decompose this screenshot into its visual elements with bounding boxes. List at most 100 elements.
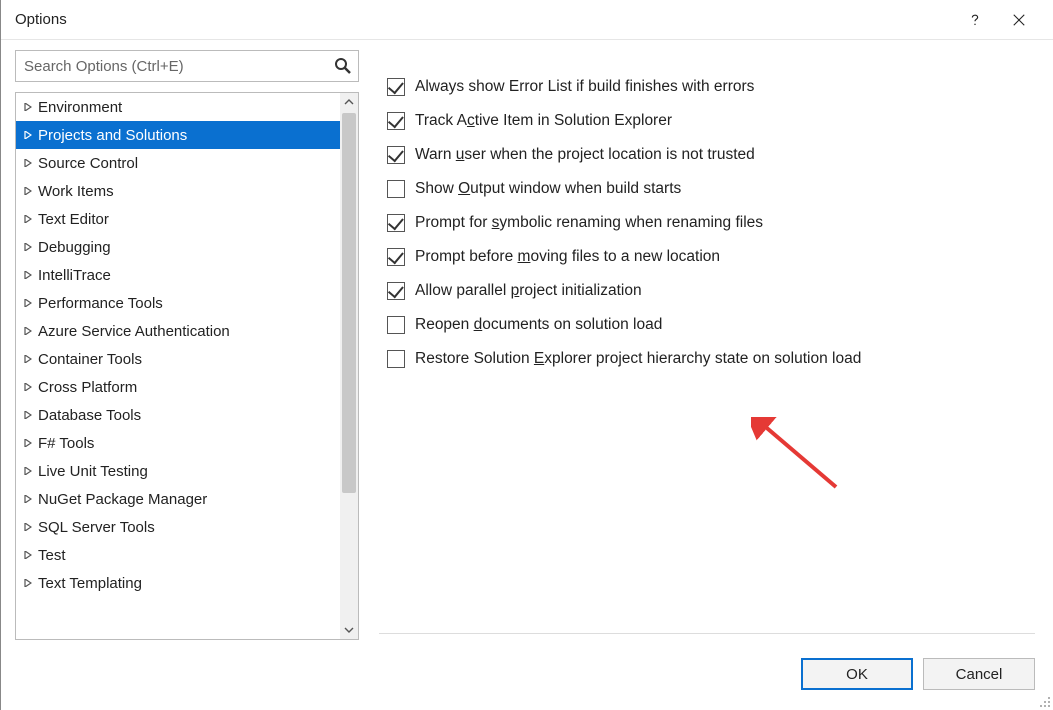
tree-item-label: Container Tools — [38, 351, 142, 368]
tree-expand-icon — [24, 215, 32, 223]
tree-expand-icon — [24, 579, 32, 587]
chevron-down-icon — [344, 625, 354, 635]
tree-item[interactable]: Debugging — [16, 233, 340, 261]
tree-expand-icon — [24, 243, 32, 251]
tree-list[interactable]: Environment Projects and Solutions Source … — [16, 93, 340, 639]
option-row: Prompt for symbolic renaming when renami… — [387, 206, 1029, 240]
tree-item[interactable]: Database Tools — [16, 401, 340, 429]
tree-expand-icon — [24, 159, 32, 167]
tree-expand-icon — [24, 131, 32, 139]
option-label[interactable]: Prompt for symbolic renaming when renami… — [415, 214, 763, 232]
tree-expand-icon — [24, 327, 32, 335]
options-pane: Always show Error List if build finishes… — [359, 50, 1039, 640]
tree-item[interactable]: Work Items — [16, 177, 340, 205]
option-row: Warn user when the project location is n… — [387, 138, 1029, 172]
tree-expand-icon — [24, 467, 32, 475]
tree-item[interactable]: Cross Platform — [16, 373, 340, 401]
search-icon — [334, 57, 352, 75]
option-row: Restore Solution Explorer project hierar… — [387, 342, 1029, 376]
option-label[interactable]: Prompt before moving files to a new loca… — [415, 248, 720, 266]
titlebar: Options — [1, 0, 1053, 40]
option-label[interactable]: Show Output window when build starts — [415, 180, 681, 198]
tree-expand-icon — [24, 271, 32, 279]
option-checkbox[interactable] — [387, 112, 405, 130]
help-icon — [968, 13, 982, 27]
option-label[interactable]: Track Active Item in Solution Explorer — [415, 112, 672, 130]
option-row: Show Output window when build starts — [387, 172, 1029, 206]
option-checkbox[interactable] — [387, 248, 405, 266]
search-input[interactable] — [16, 51, 358, 81]
tree-item-label: Azure Service Authentication — [38, 323, 230, 340]
tree-item[interactable]: F# Tools — [16, 429, 340, 457]
option-label[interactable]: Always show Error List if build finishes… — [415, 78, 754, 96]
scroll-down-button[interactable] — [340, 621, 358, 639]
tree-expand-icon — [24, 383, 32, 391]
tree-item-label: Text Templating — [38, 575, 142, 592]
tree-item-label: Work Items — [38, 183, 114, 200]
tree-item-label: NuGet Package Manager — [38, 491, 207, 508]
tree-item-label: Database Tools — [38, 407, 141, 424]
tree-item-label: IntelliTrace — [38, 267, 111, 284]
scroll-thumb[interactable] — [342, 113, 356, 493]
tree-expand-icon — [24, 103, 32, 111]
option-checkbox[interactable] — [387, 146, 405, 164]
tree-item-label: Cross Platform — [38, 379, 137, 396]
cancel-button[interactable]: Cancel — [923, 658, 1035, 690]
footer-separator — [379, 633, 1035, 634]
tree-expand-icon — [24, 551, 32, 559]
tree-expand-icon — [24, 411, 32, 419]
tree-item-label: Test — [38, 547, 66, 564]
tree-item[interactable]: NuGet Package Manager — [16, 485, 340, 513]
dialog-footer: OK Cancel — [801, 658, 1035, 690]
help-button[interactable] — [953, 0, 997, 40]
close-icon — [1012, 13, 1026, 27]
tree-item-label: Projects and Solutions — [38, 127, 187, 144]
tree-item[interactable]: Performance Tools — [16, 289, 340, 317]
ok-button[interactable]: OK — [801, 658, 913, 690]
option-row: Allow parallel project initialization — [387, 274, 1029, 308]
search-box[interactable] — [15, 50, 359, 82]
tree-item[interactable]: Environment — [16, 93, 340, 121]
option-checkbox[interactable] — [387, 214, 405, 232]
tree-expand-icon — [24, 439, 32, 447]
tree-item[interactable]: Text Editor — [16, 205, 340, 233]
option-checkbox[interactable] — [387, 78, 405, 96]
tree-item[interactable]: Projects and Solutions — [16, 121, 340, 149]
resize-grip-icon[interactable] — [1037, 694, 1051, 708]
tree-item[interactable]: Azure Service Authentication — [16, 317, 340, 345]
tree-item[interactable]: IntelliTrace — [16, 261, 340, 289]
option-checkbox[interactable] — [387, 350, 405, 368]
option-label[interactable]: Warn user when the project location is n… — [415, 146, 755, 164]
tree-item[interactable]: Container Tools — [16, 345, 340, 373]
tree-item[interactable]: Test — [16, 541, 340, 569]
option-checkbox[interactable] — [387, 282, 405, 300]
option-label[interactable]: Allow parallel project initialization — [415, 282, 642, 300]
left-pane: Environment Projects and Solutions Source … — [15, 50, 359, 640]
annotation-arrow-icon — [751, 417, 851, 497]
tree-expand-icon — [24, 495, 32, 503]
content-area: Environment Projects and Solutions Source … — [1, 40, 1053, 640]
tree-scrollbar[interactable] — [340, 93, 358, 639]
tree-item[interactable]: Live Unit Testing — [16, 457, 340, 485]
option-label[interactable]: Restore Solution Explorer project hierar… — [415, 350, 861, 368]
tree-item[interactable]: Source Control — [16, 149, 340, 177]
option-checkbox[interactable] — [387, 180, 405, 198]
scroll-up-button[interactable] — [340, 93, 358, 111]
window-title: Options — [15, 11, 953, 28]
tree-item[interactable]: Text Templating — [16, 569, 340, 597]
close-button[interactable] — [997, 0, 1041, 40]
tree-item-label: Text Editor — [38, 211, 109, 228]
tree-item-label: Source Control — [38, 155, 138, 172]
chevron-up-icon — [344, 97, 354, 107]
tree-expand-icon — [24, 299, 32, 307]
tree-expand-icon — [24, 187, 32, 195]
option-checkbox[interactable] — [387, 316, 405, 334]
option-row: Always show Error List if build finishes… — [387, 70, 1029, 104]
option-label[interactable]: Reopen documents on solution load — [415, 316, 662, 334]
option-row: Prompt before moving files to a new loca… — [387, 240, 1029, 274]
tree-item[interactable]: SQL Server Tools — [16, 513, 340, 541]
option-row: Track Active Item in Solution Explorer — [387, 104, 1029, 138]
tree-item-label: Debugging — [38, 239, 111, 256]
tree-item-label: Live Unit Testing — [38, 463, 148, 480]
option-row: Reopen documents on solution load — [387, 308, 1029, 342]
